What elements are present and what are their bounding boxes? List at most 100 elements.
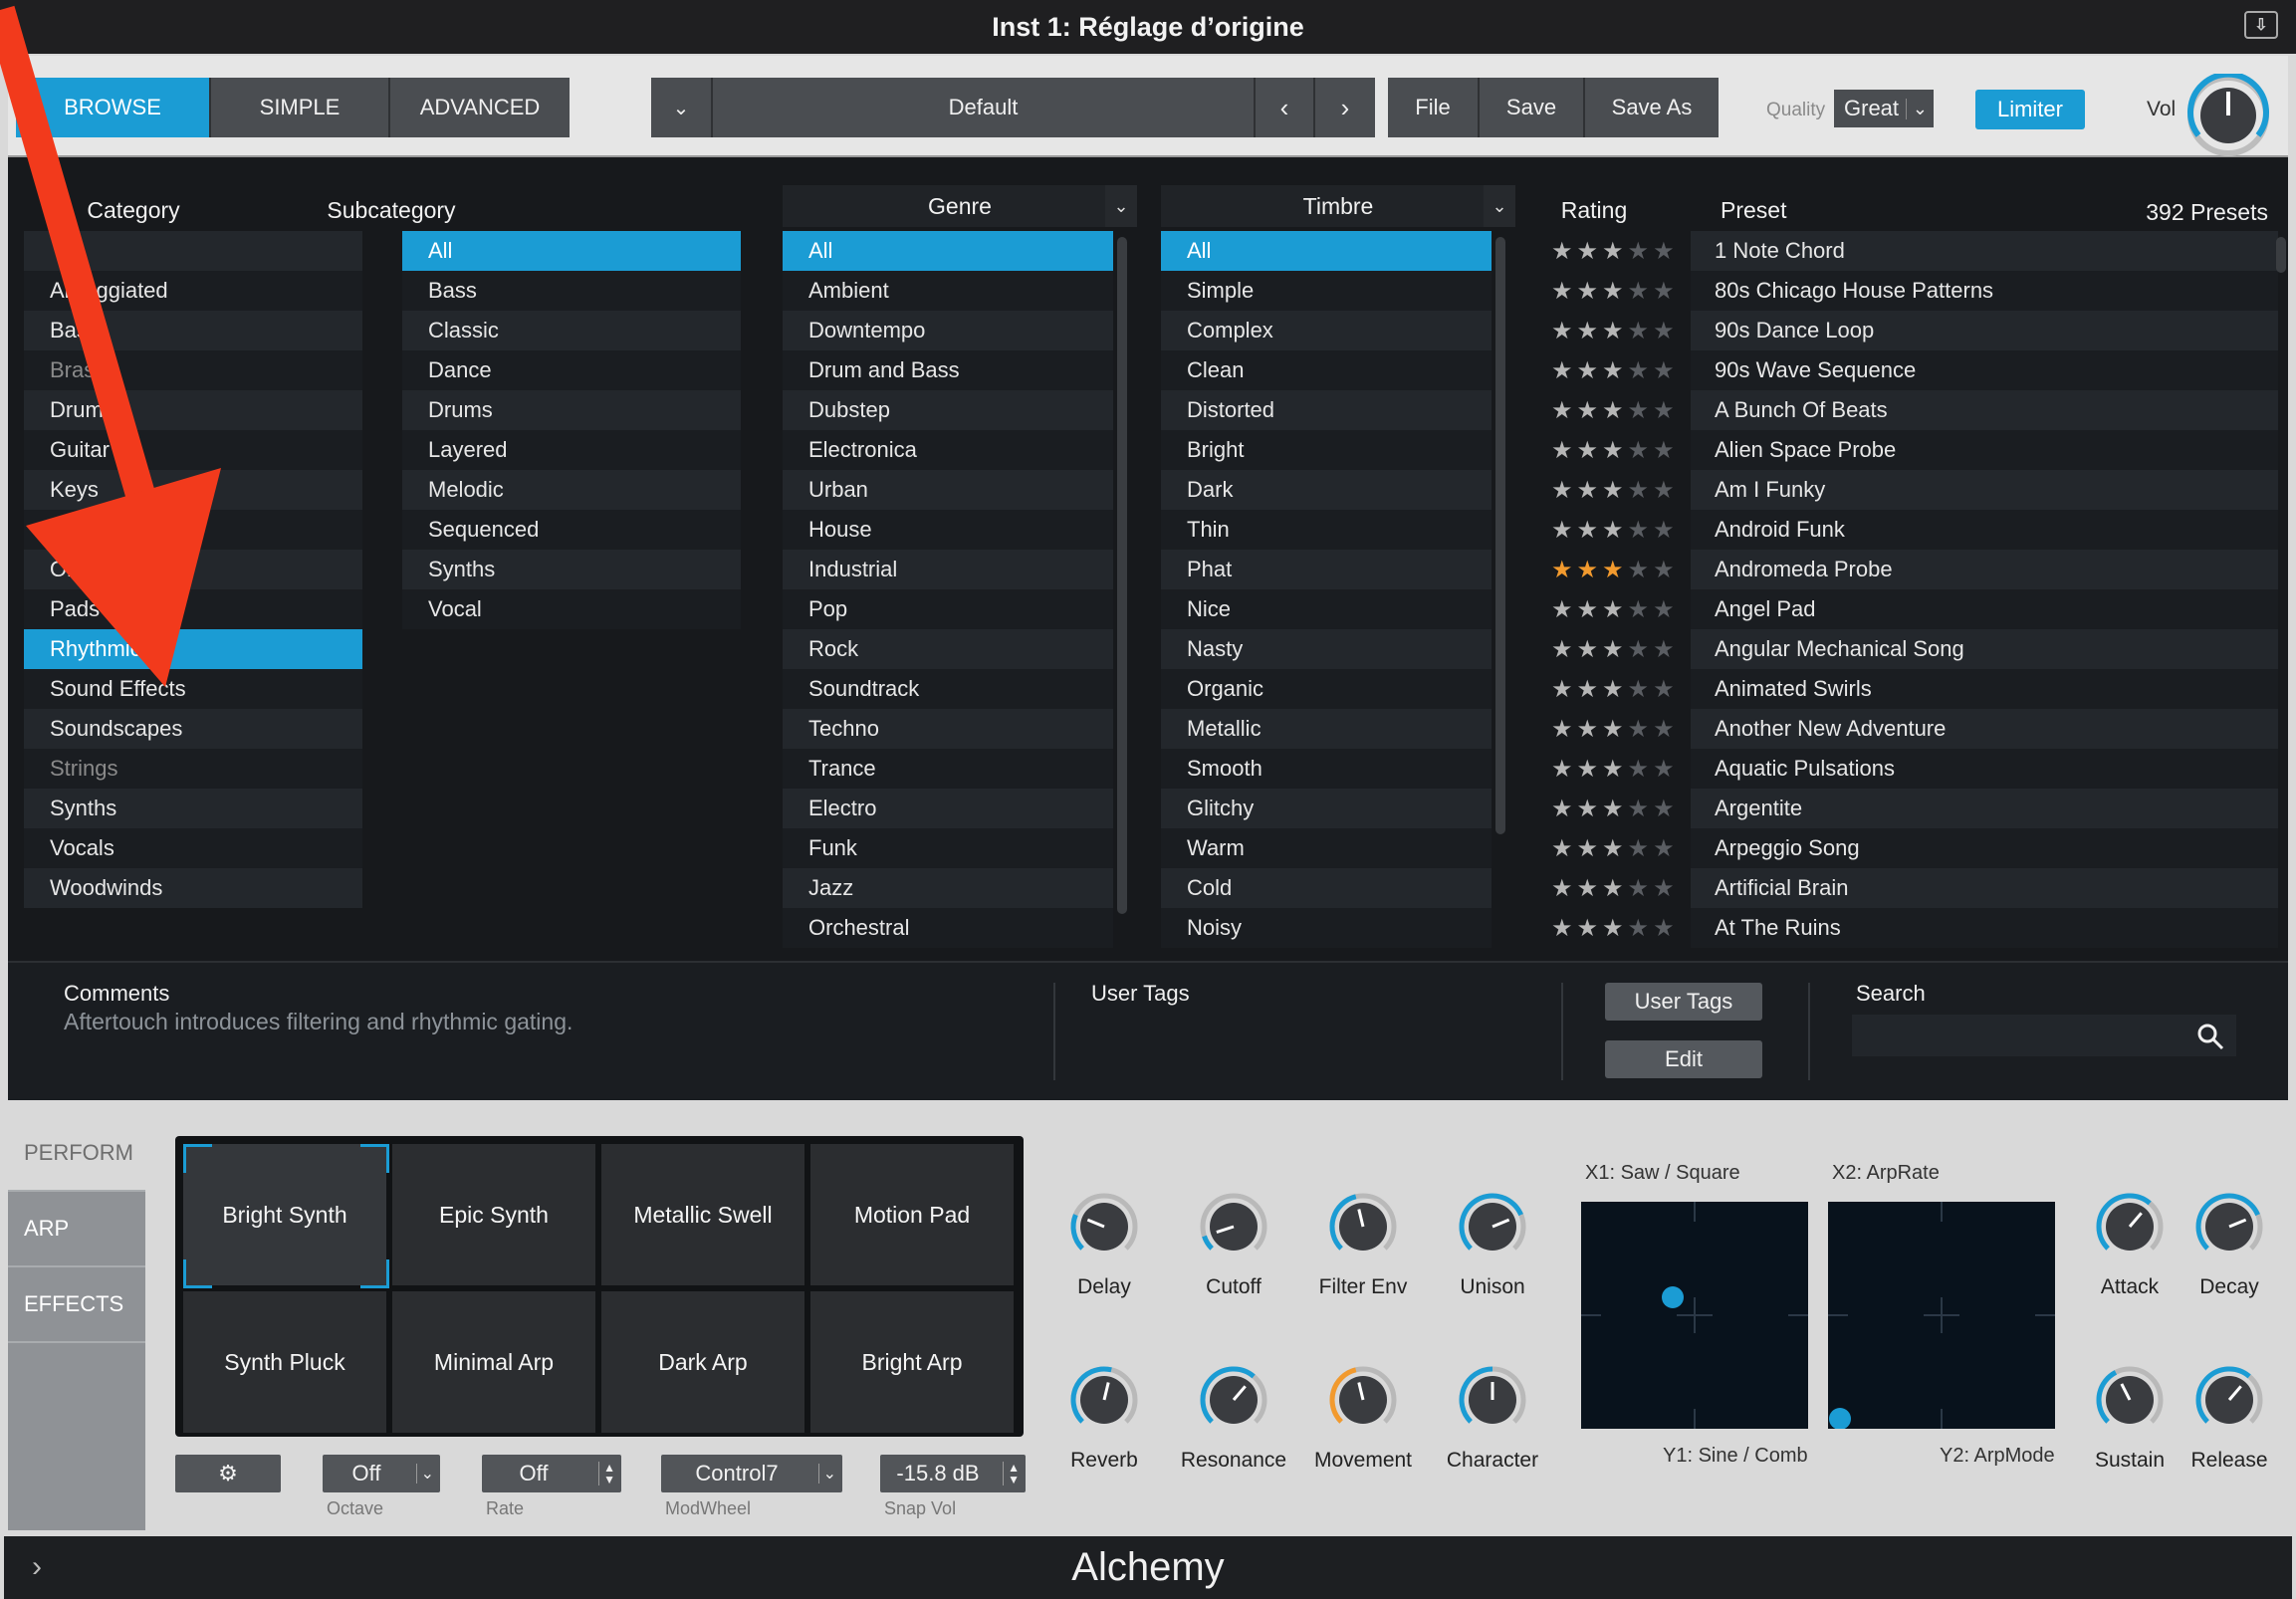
category-item[interactable]: Mallets — [24, 510, 362, 550]
subcategory-item[interactable]: Drums — [402, 390, 741, 430]
preset-name[interactable]: Angel Pad — [1691, 589, 2278, 629]
star-icon[interactable]: ★ — [1628, 396, 1650, 425]
file-button[interactable]: File — [1388, 78, 1480, 137]
preset-row[interactable]: ★ ★ ★ ★ ★ Angel Pad — [1539, 589, 2278, 629]
genre-item[interactable]: Electronica — [783, 430, 1113, 470]
star-icon[interactable]: ★ — [1653, 795, 1675, 823]
star-icon[interactable]: ★ — [1628, 795, 1650, 823]
timbre-item[interactable]: Bright — [1161, 430, 1492, 470]
modwheel-select[interactable]: Control7 ⌄ — [661, 1455, 842, 1492]
star-icon[interactable]: ★ — [1602, 755, 1624, 784]
rating-stars[interactable]: ★ ★ ★ ★ ★ — [1539, 476, 1691, 505]
star-icon[interactable]: ★ — [1628, 277, 1650, 306]
star-icon[interactable]: ★ — [1577, 874, 1599, 903]
star-icon[interactable]: ★ — [1653, 237, 1675, 266]
star-icon[interactable]: ★ — [1628, 436, 1650, 465]
rating-stars[interactable]: ★ ★ ★ ★ ★ — [1539, 834, 1691, 863]
pad-metallic-swell[interactable]: Metallic Swell — [601, 1144, 804, 1285]
rating-stars[interactable]: ★ ★ ★ ★ ★ — [1539, 237, 1691, 266]
star-icon[interactable]: ★ — [1551, 595, 1573, 624]
preset-name[interactable]: 80s Chicago House Patterns — [1691, 271, 2278, 311]
timbre-item[interactable]: Smooth — [1161, 749, 1492, 789]
subcategory-item[interactable]: Synths — [402, 550, 741, 589]
star-icon[interactable]: ★ — [1577, 556, 1599, 584]
timbre-filter[interactable]: Timbre ⌄ — [1161, 185, 1515, 227]
genre-item[interactable]: All — [783, 231, 1113, 271]
star-icon[interactable]: ★ — [1551, 715, 1573, 744]
star-icon[interactable]: ★ — [1551, 755, 1573, 784]
subcategory-item[interactable]: Bass — [402, 271, 741, 311]
genre-list[interactable]: All Ambient Downtempo Drum and Bass Dubstep E… — [783, 231, 1113, 948]
timbre-item[interactable]: Dark — [1161, 470, 1492, 510]
xy-pad-2[interactable] — [1828, 1202, 2055, 1430]
category-item[interactable]: Woodwinds — [24, 868, 362, 908]
pad-dark-arp[interactable]: Dark Arp — [601, 1291, 804, 1433]
settings-button[interactable]: ⚙ — [175, 1455, 281, 1492]
star-icon[interactable]: ★ — [1602, 874, 1624, 903]
category-item[interactable]: Arpeggiated — [24, 271, 362, 311]
category-item[interactable]: Strings — [24, 749, 362, 789]
star-icon[interactable]: ★ — [1551, 834, 1573, 863]
rating-stars[interactable]: ★ ★ ★ ★ ★ — [1539, 317, 1691, 345]
subcategory-item[interactable]: Classic — [402, 311, 741, 350]
preset-row[interactable]: ★ ★ ★ ★ ★ Am I Funky — [1539, 470, 2278, 510]
preset-name[interactable]: Another New Adventure — [1691, 709, 2278, 749]
subcategory-item[interactable]: Sequenced — [402, 510, 741, 550]
timbre-item[interactable]: Noisy — [1161, 908, 1492, 948]
edit-button[interactable]: Edit — [1605, 1040, 1762, 1078]
preset-name[interactable]: Alien Space Probe — [1691, 430, 2278, 470]
star-icon[interactable]: ★ — [1577, 436, 1599, 465]
star-icon[interactable]: ★ — [1551, 356, 1573, 385]
timbre-item[interactable]: Complex — [1161, 311, 1492, 350]
category-item[interactable]: Synths — [24, 789, 362, 828]
timbre-list[interactable]: All Simple Complex Clean Distorted Bright Dark… — [1161, 231, 1492, 948]
genre-item[interactable]: Funk — [783, 828, 1113, 868]
preset-name[interactable]: 90s Wave Sequence — [1691, 350, 2278, 390]
star-icon[interactable]: ★ — [1551, 556, 1573, 584]
tab-browse[interactable]: BROWSE — [16, 78, 211, 137]
rating-stars[interactable]: ★ ★ ★ ★ ★ — [1539, 396, 1691, 425]
rating-stars[interactable]: ★ ★ ★ ★ ★ — [1539, 356, 1691, 385]
timbre-item[interactable]: Organic — [1161, 669, 1492, 709]
save-as-button[interactable]: Save As — [1585, 78, 1719, 137]
star-icon[interactable]: ★ — [1653, 715, 1675, 744]
pad-synth-pluck[interactable]: Synth Pluck — [183, 1291, 386, 1433]
genre-item[interactable]: Pop — [783, 589, 1113, 629]
rating-stars[interactable]: ★ ★ ★ ★ ★ — [1539, 556, 1691, 584]
star-icon[interactable]: ★ — [1602, 795, 1624, 823]
rating-stars[interactable]: ★ ★ ★ ★ ★ — [1539, 516, 1691, 545]
genre-item[interactable]: Drum and Bass — [783, 350, 1113, 390]
preset-name[interactable]: Angular Mechanical Song — [1691, 629, 2278, 669]
genre-item[interactable]: Industrial — [783, 550, 1113, 589]
star-icon[interactable]: ★ — [1577, 516, 1599, 545]
genre-item[interactable]: Ambient — [783, 271, 1113, 311]
timbre-item[interactable]: Clean — [1161, 350, 1492, 390]
timbre-item[interactable]: Simple — [1161, 271, 1492, 311]
star-icon[interactable]: ★ — [1551, 237, 1573, 266]
subcategory-item[interactable]: Dance — [402, 350, 741, 390]
star-icon[interactable]: ★ — [1628, 715, 1650, 744]
category-item[interactable]: Guitar — [24, 430, 362, 470]
genre-item[interactable]: Dubstep — [783, 390, 1113, 430]
octave-select[interactable]: Off ⌄ — [323, 1455, 440, 1492]
download-icon[interactable]: ⇩ — [2244, 11, 2278, 39]
preset-name[interactable]: Argentite — [1691, 789, 2278, 828]
star-icon[interactable]: ★ — [1577, 237, 1599, 266]
star-icon[interactable]: ★ — [1653, 356, 1675, 385]
pad-epic-synth[interactable]: Epic Synth — [392, 1144, 595, 1285]
user-tags-button[interactable]: User Tags — [1605, 983, 1762, 1021]
search-input[interactable] — [1852, 1015, 2236, 1056]
star-icon[interactable]: ★ — [1551, 277, 1573, 306]
preset-name[interactable]: Android Funk — [1691, 510, 2278, 550]
preset-row[interactable]: ★ ★ ★ ★ ★ 90s Dance Loop — [1539, 311, 2278, 350]
preset-row[interactable]: ★ ★ ★ ★ ★ 80s Chicago House Patterns — [1539, 271, 2278, 311]
preset-name[interactable]: 90s Dance Loop — [1691, 311, 2278, 350]
star-icon[interactable]: ★ — [1551, 317, 1573, 345]
quality-select[interactable]: Great ⌄ — [1834, 90, 1934, 127]
preset-row[interactable]: ★ ★ ★ ★ ★ Arpeggio Song — [1539, 828, 2278, 868]
sustain-knob[interactable] — [2095, 1365, 2165, 1435]
star-icon[interactable]: ★ — [1653, 476, 1675, 505]
star-icon[interactable]: ★ — [1602, 476, 1624, 505]
star-icon[interactable]: ★ — [1577, 715, 1599, 744]
star-icon[interactable]: ★ — [1551, 874, 1573, 903]
